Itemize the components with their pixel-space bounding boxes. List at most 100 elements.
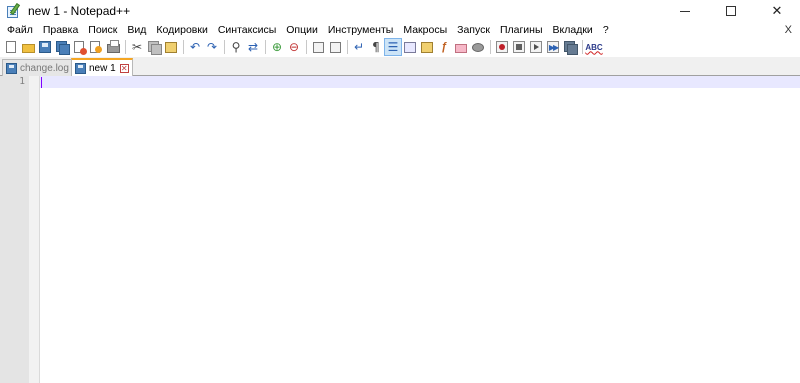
line-number: 1 xyxy=(19,76,25,87)
saved-file-icon xyxy=(6,62,17,74)
current-line-highlight xyxy=(40,76,800,88)
minimize-icon xyxy=(680,10,690,12)
title-bar: new 1 - Notepad++ ✕ xyxy=(0,0,800,22)
spell-check-button[interactable]: ABC xyxy=(585,39,602,55)
open-file-button[interactable] xyxy=(20,39,36,55)
new-file-button[interactable] xyxy=(3,39,19,55)
replace-button[interactable]: ⇄ xyxy=(245,39,261,55)
replace-icon: ⇄ xyxy=(247,40,259,54)
project-panel-icon xyxy=(455,43,467,53)
save-icon xyxy=(39,41,51,53)
indent-guide-icon: ☰ xyxy=(387,40,399,54)
menu-edit[interactable]: Правка xyxy=(38,22,83,38)
tab-label: new 1 xyxy=(89,62,116,74)
find-icon: ⚲ xyxy=(231,40,241,54)
toolbar-separator xyxy=(582,40,583,54)
menu-tools[interactable]: Инструменты xyxy=(323,22,398,38)
sync-vertical-icon xyxy=(312,41,324,53)
toolbar-separator xyxy=(490,40,491,54)
fold-margin[interactable] xyxy=(29,76,40,383)
undo-icon: ↶ xyxy=(189,40,201,54)
save-all-button[interactable] xyxy=(54,39,70,55)
menu-settings[interactable]: Опции xyxy=(281,22,323,38)
doc-map-icon xyxy=(404,41,416,53)
sync-horizontal-icon xyxy=(329,41,341,53)
folder-as-workspace-button[interactable]: ƒ xyxy=(436,39,452,55)
tab-label: change.log xyxy=(20,62,69,74)
stop-macro-icon xyxy=(513,41,525,53)
doc-map-button[interactable] xyxy=(402,39,418,55)
redo-icon: ↷ xyxy=(206,40,218,54)
play-macro-button[interactable] xyxy=(528,39,544,55)
menu-file[interactable]: Файл xyxy=(2,22,38,38)
menu-search[interactable]: Поиск xyxy=(83,22,122,38)
menu-view[interactable]: Вид xyxy=(122,22,151,38)
close-icon: ✕ xyxy=(771,3,783,18)
close-document-button[interactable]: X xyxy=(785,22,792,38)
save-button[interactable] xyxy=(37,39,53,55)
record-macro-button[interactable] xyxy=(494,39,510,55)
show-all-chars-button[interactable]: ¶ xyxy=(368,39,384,55)
undo-button[interactable]: ↶ xyxy=(187,39,203,55)
copy-button[interactable] xyxy=(146,39,162,55)
print-button[interactable] xyxy=(105,39,121,55)
monitoring-icon xyxy=(472,42,484,52)
zoom-in-button[interactable]: ⊕ xyxy=(269,39,285,55)
stop-macro-button[interactable] xyxy=(511,39,527,55)
play-macro-icon xyxy=(530,41,542,53)
cut-icon: ✂ xyxy=(131,40,143,54)
paste-icon xyxy=(165,41,177,53)
menu-language[interactable]: Синтаксисы xyxy=(213,22,281,38)
close-window-button[interactable]: ✕ xyxy=(754,0,800,22)
function-list-button[interactable] xyxy=(419,39,435,55)
toolbar-separator xyxy=(183,40,184,54)
save-all-icon xyxy=(56,41,70,55)
sync-horizontal-button[interactable] xyxy=(327,39,343,55)
window-controls: ✕ xyxy=(662,0,800,22)
line-number-gutter: 1 xyxy=(0,76,29,383)
function-list-icon xyxy=(421,41,433,53)
paste-button[interactable] xyxy=(163,39,179,55)
window-title: new 1 - Notepad++ xyxy=(28,4,131,18)
project-panel-button[interactable] xyxy=(453,39,469,55)
run-macro-multiple-icon: ▶▶ xyxy=(547,41,559,53)
sync-vertical-button[interactable] xyxy=(310,39,326,55)
menu-bar: Файл Правка Поиск Вид Кодировки Синтакси… xyxy=(0,22,800,38)
minimize-button[interactable] xyxy=(662,0,708,22)
tab-new-1[interactable]: new 1 ✕ xyxy=(71,58,133,76)
run-macro-multiple-button[interactable]: ▶▶ xyxy=(545,39,561,55)
open-file-icon xyxy=(21,43,35,53)
close-button[interactable] xyxy=(71,39,87,55)
indent-guide-button[interactable]: ☰ xyxy=(384,38,402,56)
menu-macro[interactable]: Макросы xyxy=(398,22,452,38)
text-caret xyxy=(41,77,42,88)
toolbar-separator xyxy=(306,40,307,54)
menu-encoding[interactable]: Кодировки xyxy=(151,22,212,38)
folder-as-workspace-icon: ƒ xyxy=(440,41,448,53)
toolbar-separator xyxy=(224,40,225,54)
tab-close-icon[interactable]: ✕ xyxy=(119,63,129,73)
print-icon xyxy=(106,40,120,53)
save-macro-button[interactable] xyxy=(562,39,578,55)
close-all-button[interactable] xyxy=(88,39,104,55)
save-macro-icon xyxy=(564,41,578,55)
menu-window[interactable]: Вкладки xyxy=(548,22,598,38)
toolbar-separator xyxy=(347,40,348,54)
toolbar: ✂ ↶ ↷ ⚲ ⇄ ⊕ ⊖ ↵ ¶ ☰ ƒ ▶▶ ABC xyxy=(0,38,800,56)
menu-help[interactable]: ? xyxy=(598,22,614,38)
close-all-icon xyxy=(90,41,102,53)
editor-area[interactable]: 1 xyxy=(0,76,800,383)
cut-button[interactable]: ✂ xyxy=(129,39,145,55)
find-button[interactable]: ⚲ xyxy=(228,39,244,55)
record-macro-icon xyxy=(496,41,508,53)
zoom-out-button[interactable]: ⊖ xyxy=(286,39,302,55)
notepad-plus-plus-icon xyxy=(6,2,22,19)
maximize-button[interactable] xyxy=(708,0,754,22)
redo-button[interactable]: ↷ xyxy=(204,39,220,55)
menu-run[interactable]: Запуск xyxy=(452,22,495,38)
monitoring-button[interactable] xyxy=(470,39,486,55)
show-all-chars-icon: ¶ xyxy=(372,40,380,54)
word-wrap-button[interactable]: ↵ xyxy=(351,39,367,55)
new-file-icon xyxy=(6,41,16,53)
menu-plugins[interactable]: Плагины xyxy=(495,22,548,38)
